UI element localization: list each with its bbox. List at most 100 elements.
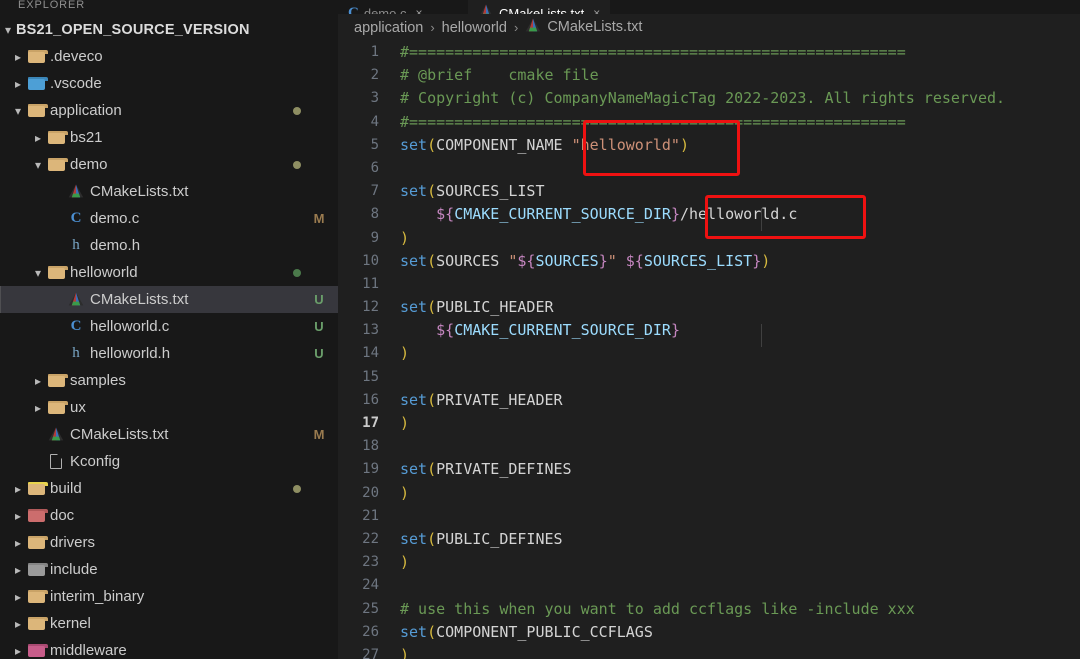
chevron-right-icon[interactable]: ▸	[30, 402, 46, 414]
code-line[interactable]: 11	[338, 273, 1080, 296]
chevron-right-icon[interactable]: ▸	[10, 645, 26, 657]
file-type-icon	[46, 372, 68, 390]
tree-item-bs21[interactable]: ▸ bs21	[0, 124, 338, 151]
cmake-icon	[68, 184, 84, 198]
folder-change-dot	[293, 160, 301, 169]
tree-item-helloworld-h[interactable]: ▸hhelloworld.hU	[0, 340, 338, 367]
code-line[interactable]: 3 # Copyright (c) CompanyNameMagicTag 202…	[338, 87, 1080, 110]
code-line[interactable]: 24	[338, 574, 1080, 597]
code-line[interactable]: 4 #======================================…	[338, 111, 1080, 134]
code-line[interactable]: 5 set(COMPONENT_NAME "helloworld")	[338, 134, 1080, 157]
explorer-panel-title: EXPLORER	[18, 0, 86, 11]
close-icon[interactable]: ×	[593, 6, 600, 14]
folder-change-dot	[293, 484, 301, 493]
tree-item-label: CMakeLists.txt	[90, 183, 189, 200]
chevron-right-icon[interactable]: ▸	[10, 591, 26, 603]
tree-item-application[interactable]: ▾ application	[0, 97, 338, 124]
code-line[interactable]: 2 # @brief cmake file	[338, 64, 1080, 87]
chevron-right-icon[interactable]: ▸	[30, 375, 46, 387]
code-line[interactable]: 6	[338, 157, 1080, 180]
code-line-text: set(PRIVATE_HEADER	[400, 389, 1080, 412]
code-line[interactable]: 1 #======================================…	[338, 41, 1080, 64]
code-line[interactable]: 15	[338, 366, 1080, 389]
tree-item-interim-binary[interactable]: ▸ interim_binary	[0, 583, 338, 610]
tree-item-helloworld-c[interactable]: ▸Chelloworld.cU	[0, 313, 338, 340]
tree-item-drivers[interactable]: ▸ drivers	[0, 529, 338, 556]
code-line-text: set(PUBLIC_DEFINES	[400, 528, 1080, 551]
code-token: set	[400, 390, 428, 409]
editor-tab-bar: Cdemo.c × CMakeLists.txt ×	[338, 0, 1080, 14]
code-line[interactable]: 23)	[338, 551, 1080, 574]
chevron-right-icon[interactable]: ▸	[10, 510, 26, 522]
chevron-right-icon[interactable]: ▸	[10, 51, 26, 63]
tree-root-row[interactable]: ▾ BS21_OPEN_SOURCE_VERSION	[0, 16, 338, 43]
code-line[interactable]: 12 set(PUBLIC_HEADER	[338, 296, 1080, 319]
tree-item-cmakelists-txt[interactable]: ▸CMakeLists.txt	[0, 178, 338, 205]
tree-item-samples[interactable]: ▸ samples	[0, 367, 338, 394]
chevron-right-icon[interactable]: ▸	[10, 564, 26, 576]
tree-item--deveco[interactable]: ▸ .deveco	[0, 43, 338, 70]
code-editor[interactable]: 1 #======================================…	[338, 41, 1080, 659]
close-icon[interactable]: ×	[415, 6, 422, 14]
tab-label: demo.c	[363, 5, 407, 15]
tree-item-middleware[interactable]: ▸ middleware	[0, 637, 338, 659]
tree-item-include[interactable]: ▸ include	[0, 556, 338, 583]
code-line[interactable]: 8 ${CMAKE_CURRENT_SOURCE_DIR}/helloworld…	[338, 203, 1080, 226]
chevron-down-icon[interactable]: ▾	[30, 267, 46, 279]
file-type-icon: C	[66, 318, 86, 336]
tree-item-kconfig[interactable]: ▸Kconfig	[0, 448, 338, 475]
code-line[interactable]: 18	[338, 435, 1080, 458]
editor-pane: Cdemo.c × CMakeLists.txt × application › hell…	[338, 0, 1080, 659]
chevron-down-icon[interactable]: ▾	[10, 105, 26, 117]
tree-item-cmakelists-txt[interactable]: ▸CMakeLists.txtM	[0, 421, 338, 448]
breadcrumb-item-helloworld[interactable]: helloworld	[442, 20, 507, 36]
code-line[interactable]: 9)	[338, 227, 1080, 250]
breadcrumb: application › helloworld › CMakeLists.txt	[338, 14, 1080, 41]
chevron-right-icon[interactable]: ▸	[10, 618, 26, 630]
tree-item-build[interactable]: ▸ build	[0, 475, 338, 502]
code-line[interactable]: 25 # use this when you want to add ccflag…	[338, 598, 1080, 621]
file-type-icon: h	[66, 345, 86, 363]
tree-item-kernel[interactable]: ▸ kernel	[0, 610, 338, 637]
tree-item-ux[interactable]: ▸ ux	[0, 394, 338, 421]
code-line[interactable]: 22 set(PUBLIC_DEFINES	[338, 528, 1080, 551]
code-line[interactable]: 26 set(COMPONENT_PUBLIC_CCFLAGS	[338, 621, 1080, 644]
tree-item-cmakelists-txt[interactable]: ▸CMakeLists.txtU	[0, 286, 338, 313]
code-line[interactable]: 13 ${CMAKE_CURRENT_SOURCE_DIR}	[338, 319, 1080, 342]
file-type-icon	[26, 561, 48, 579]
editor-tab-cmakelists-txt[interactable]: CMakeLists.txt ×	[468, 0, 611, 14]
code-line[interactable]: 16 set(PRIVATE_HEADER	[338, 389, 1080, 412]
tree-item-label: include	[50, 561, 98, 578]
code-line[interactable]: 27)	[338, 644, 1080, 659]
code-line[interactable]: 20)	[338, 482, 1080, 505]
tree-item--vscode[interactable]: ▸ .vscode	[0, 70, 338, 97]
editor-tab-demo-c[interactable]: Cdemo.c ×	[338, 0, 468, 14]
code-line[interactable]: 7 set(SOURCES_LIST	[338, 180, 1080, 203]
code-token: CMAKE_CURRENT_SOURCE_DIR	[454, 321, 671, 340]
breadcrumb-item-cmakelists-txt[interactable]: CMakeLists.txt	[525, 18, 642, 36]
h-file-icon: h	[72, 237, 80, 253]
code-line-text: set(SOURCES "${SOURCES}" ${SOURCES_LIST}…	[400, 250, 1080, 273]
code-line[interactable]: 17)	[338, 412, 1080, 435]
chevron-right-icon[interactable]: ▸	[10, 78, 26, 90]
code-line-text: )	[400, 551, 1080, 574]
tree-item-demo[interactable]: ▾ demo	[0, 151, 338, 178]
code-token: set	[400, 182, 428, 201]
breadcrumb-item-application[interactable]: application	[354, 20, 423, 36]
tree-item-doc[interactable]: ▸ doc	[0, 502, 338, 529]
tree-item-demo-c[interactable]: ▸Cdemo.cM	[0, 205, 338, 232]
code-line[interactable]: 14)	[338, 342, 1080, 365]
chevron-right-icon[interactable]: ▸	[30, 132, 46, 144]
chevron-down-icon[interactable]: ▾	[0, 24, 16, 36]
chevron-right-icon[interactable]: ▸	[10, 483, 26, 495]
code-line[interactable]: 19 set(PRIVATE_DEFINES	[338, 458, 1080, 481]
chevron-down-icon[interactable]: ▾	[30, 159, 46, 171]
tree-item-helloworld[interactable]: ▾ helloworld	[0, 259, 338, 286]
chevron-right-icon[interactable]: ▸	[10, 537, 26, 549]
tree-item-label: bs21	[70, 129, 103, 146]
tree-item-demo-h[interactable]: ▸hdemo.h	[0, 232, 338, 259]
file-type-icon	[46, 264, 68, 282]
code-line[interactable]: 10 set(SOURCES "${SOURCES}" ${SOURCES_LIS…	[338, 250, 1080, 273]
folder-tan-icon	[27, 50, 48, 63]
code-line[interactable]: 21	[338, 505, 1080, 528]
